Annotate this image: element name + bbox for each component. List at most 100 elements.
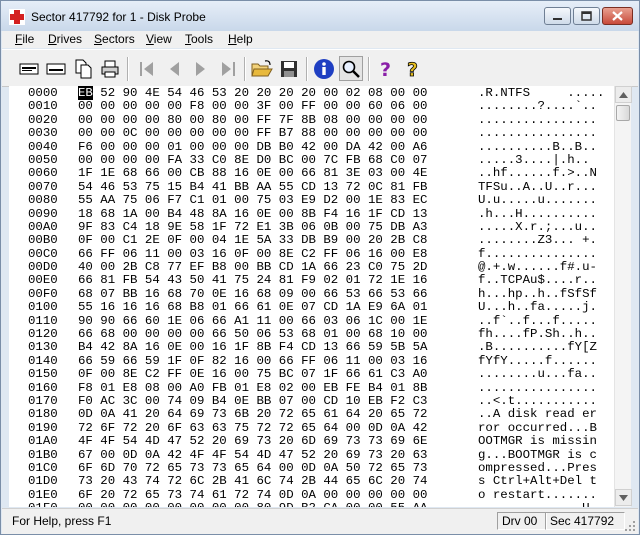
row-offset: 0080 [28, 193, 58, 208]
row-hex-bytes[interactable]: 00 00 00 00 00 00 00 00 80 9D B2 CA 00 0… [78, 501, 458, 507]
row-hex-bytes[interactable]: 68 07 BB 16 68 70 0E 16 68 09 00 66 53 6… [78, 287, 458, 301]
next-sector-button[interactable] [189, 56, 213, 81]
maximize-button[interactable] [573, 7, 600, 25]
menu-drives[interactable]: Drives [48, 32, 82, 46]
row-hex-bytes[interactable]: 66 FF 06 11 00 03 16 0F 00 8E C2 FF 06 1… [78, 247, 458, 261]
row-ascii[interactable]: ompressed...Pres [478, 461, 597, 475]
row-hex-bytes[interactable]: F6 00 00 00 01 00 00 00 DB B0 42 00 DA 4… [78, 140, 458, 154]
row-hex-bytes[interactable]: 18 68 1A 00 B4 48 8A 16 0E 00 8B F4 16 1… [78, 207, 458, 221]
row-ascii[interactable]: .B..........fY[Z [478, 341, 597, 355]
row-ascii[interactable]: ror occurred...B [478, 421, 597, 435]
write-sector-button[interactable] [44, 56, 68, 81]
row-hex-bytes[interactable]: 00 00 00 00 FA 33 C0 8E D0 BC 00 7C FB 6… [78, 153, 458, 167]
row-hex-bytes[interactable]: 0F 00 C1 2E 0F 00 04 1E 5A 33 DB B9 00 2… [78, 233, 458, 247]
read-sector-button[interactable] [17, 56, 41, 81]
row-hex-bytes[interactable]: 00 00 00 00 80 00 80 00 FF 7F 8B 08 00 0… [78, 113, 458, 127]
row-ascii[interactable]: fYfY.....f...... [478, 354, 597, 368]
copy-button[interactable] [71, 56, 95, 81]
row-hex-bytes[interactable]: 6F 6D 70 72 65 73 73 65 64 00 0D 0A 50 7… [78, 461, 458, 475]
selected-byte-cursor[interactable]: EB [78, 86, 93, 100]
row-ascii[interactable]: U...h..fa.....j. [478, 300, 597, 314]
row-hex-bytes[interactable]: 00 00 00 00 00 F8 00 00 3F 00 FF 00 00 6… [78, 99, 458, 113]
menu-sectors[interactable]: Sectors [94, 32, 135, 46]
row-ascii[interactable]: .R.NTFS ..... [478, 86, 604, 100]
row-hex-bytes[interactable]: 66 81 FB 54 43 50 41 75 24 81 F9 02 01 7… [78, 274, 458, 288]
row-hex-bytes[interactable]: 1F 1E 68 66 00 CB 88 16 0E 00 66 81 3E 0… [78, 166, 458, 180]
row-hex-bytes[interactable]: EB 52 90 4E 54 46 53 20 20 20 20 00 02 0… [78, 86, 458, 100]
row-offset: 0030 [28, 126, 58, 141]
row-hex-bytes[interactable]: 72 6F 72 20 6F 63 63 75 72 72 65 64 00 0… [78, 421, 458, 435]
row-ascii[interactable]: f..TCPAu$....r.. [478, 274, 597, 288]
row-hex-bytes[interactable]: 00 00 0C 00 00 00 00 00 FF B7 88 00 00 0… [78, 126, 458, 140]
row-hex-bytes[interactable]: 55 16 16 16 68 B8 01 66 61 0E 07 CD 1A E… [78, 300, 458, 314]
row-ascii[interactable]: .h...H.......... [478, 207, 597, 221]
row-ascii[interactable]: ................ [478, 381, 597, 395]
row-hex-bytes[interactable]: 90 90 66 60 1E 06 66 A1 11 00 66 03 06 1… [78, 314, 458, 328]
row-hex-bytes[interactable]: 55 AA 75 06 F7 C1 01 00 75 03 E9 D2 00 1… [78, 193, 458, 207]
row-hex-bytes[interactable]: 66 59 66 59 1F 0F 82 16 00 66 FF 06 11 0… [78, 354, 458, 368]
info-button[interactable] [312, 56, 336, 81]
menu-file[interactable]: File [15, 32, 34, 46]
row-hex-bytes[interactable]: 73 20 43 74 72 6C 2B 41 6C 74 2B 44 65 6… [78, 474, 458, 488]
row-hex-bytes[interactable]: 67 00 0D 0A 42 4F 4F 54 4D 47 52 20 69 7… [78, 448, 458, 462]
row-ascii[interactable]: ................ [478, 126, 597, 140]
row-ascii[interactable]: f............... [478, 247, 597, 261]
row-ascii[interactable]: ........Z3... +. [478, 233, 597, 247]
row-ascii[interactable]: ..A disk read er [478, 407, 597, 421]
row-ascii[interactable]: TFSu..A..U..r... [478, 180, 597, 194]
help-button[interactable]: ? [374, 56, 398, 81]
row-ascii[interactable]: U.u.....u....... [478, 193, 597, 207]
hex-view[interactable]: 0000 EB 52 90 4E 54 46 53 20 20 20 20 00 … [9, 86, 614, 507]
row-ascii[interactable]: ..............U. [478, 501, 597, 507]
resize-grip-icon[interactable] [624, 520, 636, 532]
row-hex-bytes[interactable]: 40 00 2B C8 77 EF B8 00 BB CD 1A 66 23 C… [78, 260, 458, 274]
row-hex-bytes[interactable]: 0D 0A 41 20 64 69 73 6B 20 72 65 61 64 2… [78, 407, 458, 421]
search-button[interactable] [339, 56, 363, 81]
minimize-button[interactable] [544, 7, 571, 25]
scroll-down-button[interactable] [615, 489, 632, 506]
open-button[interactable] [250, 56, 274, 81]
search-icon [342, 60, 360, 78]
row-hex-bytes[interactable]: B4 42 8A 16 0E 00 16 1F 8B F4 CD 13 66 5… [78, 341, 458, 355]
row-ascii[interactable]: .....3....|.h.. [478, 153, 590, 167]
row-ascii[interactable]: o restart....... [478, 488, 597, 502]
menu-view[interactable]: View [146, 32, 172, 46]
row-hex-bytes[interactable]: 6F 20 72 65 73 74 61 72 74 0D 0A 00 00 0… [78, 488, 458, 502]
row-ascii[interactable]: fh....fP.Sh..h.. [478, 327, 597, 341]
context-help-button[interactable]: ? [401, 56, 425, 81]
row-ascii[interactable]: ................ [478, 113, 597, 127]
scroll-thumb[interactable] [616, 105, 630, 121]
row-ascii[interactable]: ..........B..B.. [478, 140, 597, 154]
close-button[interactable] [602, 7, 633, 25]
row-ascii[interactable]: ..<.t........... [478, 394, 597, 408]
hex-row: 0110 90 90 66 60 1E 06 66 A1 11 00 66 03 … [9, 314, 604, 328]
row-ascii[interactable]: ........?....`.. [478, 99, 597, 113]
row-hex-bytes[interactable]: 54 46 53 75 15 B4 41 BB AA 55 CD 13 72 0… [78, 180, 458, 194]
row-ascii[interactable]: ..f`..f...f..... [478, 314, 597, 328]
row-ascii[interactable]: h...hp..h..fSfSf [478, 287, 597, 301]
previous-sector-button[interactable] [162, 56, 186, 81]
vertical-scrollbar[interactable] [614, 86, 632, 507]
row-ascii[interactable]: s Ctrl+Alt+Del t [478, 474, 597, 488]
row-hex-bytes[interactable]: F8 01 E8 08 00 A0 FB 01 E8 02 00 EB FE B… [78, 381, 458, 395]
row-ascii[interactable]: .....X.r.;...u.. [478, 220, 597, 234]
scroll-up-button[interactable] [615, 86, 632, 103]
row-hex-bytes[interactable]: 0F 00 8E C2 FF 0E 16 00 75 BC 07 1F 66 6… [78, 367, 458, 381]
first-sector-button[interactable] [135, 56, 159, 81]
title-bar[interactable]: Sector 417792 for 1 - Disk Probe [1, 1, 639, 31]
row-ascii[interactable]: ..hf......f.>..N [478, 166, 597, 180]
row-ascii[interactable]: OOTMGR is missin [478, 434, 597, 448]
row-hex-bytes[interactable]: F0 AC 3C 00 74 09 B4 0E BB 07 00 CD 10 E… [78, 394, 458, 408]
menu-tools[interactable]: Tools [185, 32, 213, 46]
save-button[interactable] [277, 56, 301, 81]
row-ascii[interactable]: ........u...fa.. [478, 367, 597, 381]
print-button[interactable] [98, 56, 122, 81]
row-ascii[interactable]: @.+.w......f#.u- [478, 260, 597, 274]
last-sector-button[interactable] [216, 56, 240, 81]
row-hex-bytes[interactable]: 4F 4F 54 4D 47 52 20 69 73 20 6D 69 73 7… [78, 434, 458, 448]
row-offset: 01A0 [28, 434, 58, 449]
row-ascii[interactable]: g...BOOTMGR is c [478, 448, 597, 462]
menu-help[interactable]: Help [228, 32, 253, 46]
row-hex-bytes[interactable]: 66 68 00 00 00 00 66 50 06 53 68 01 00 6… [78, 327, 458, 341]
row-hex-bytes[interactable]: 9F 83 C4 18 9E 58 1F 72 E1 3B 06 0B 00 7… [78, 220, 458, 234]
